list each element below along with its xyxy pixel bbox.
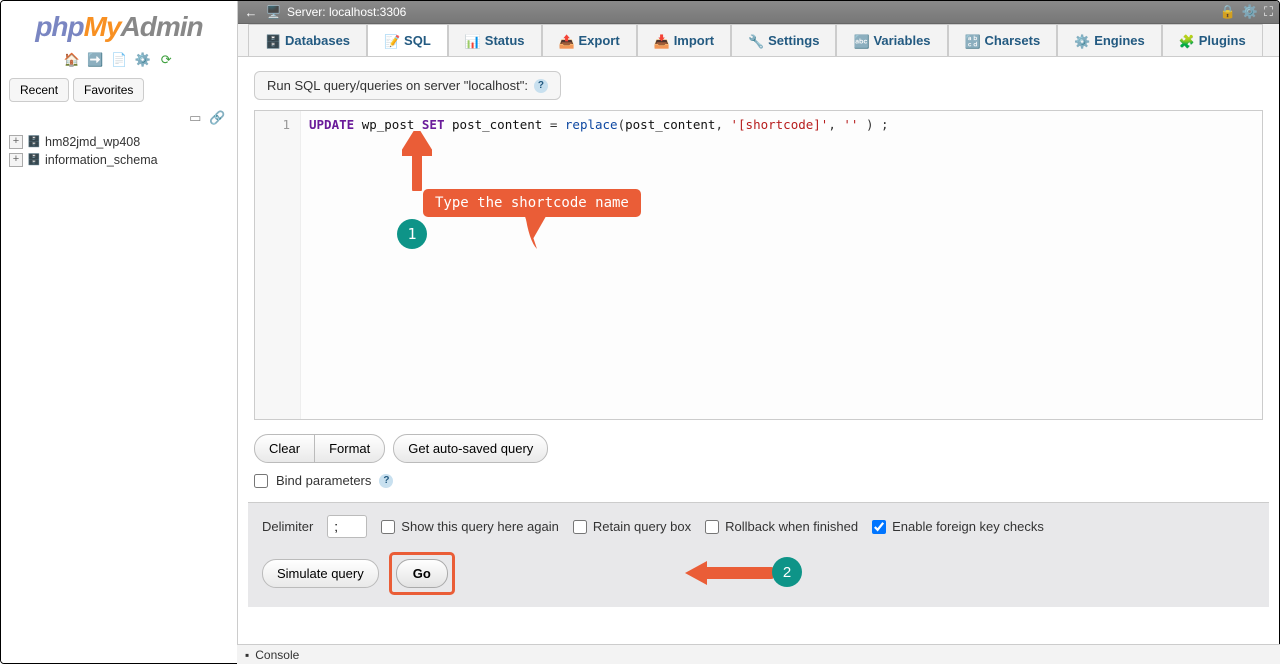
tab-settings[interactable]: 🔧Settings xyxy=(731,24,836,56)
expand-icon[interactable]: + xyxy=(9,153,23,167)
bind-parameters-checkbox[interactable] xyxy=(254,474,268,488)
sql-icon: 📝 xyxy=(384,34,398,48)
server-label: Server: localhost:3306 xyxy=(287,5,406,19)
footer-options: Delimiter Show this query here again Ret… xyxy=(262,515,1255,538)
lock-icon[interactable]: 🔒 xyxy=(1220,4,1236,20)
tab-variables[interactable]: 🔤Variables xyxy=(836,24,947,56)
sidebar: phpMyAdmin 🏠 ➡️ 📄 ⚙️ ⟳ Recent Favorites … xyxy=(1,1,238,663)
tab-charsets[interactable]: 🔡Charsets xyxy=(948,24,1058,56)
charsets-icon: 🔡 xyxy=(965,34,979,48)
simulate-query-button[interactable]: Simulate query xyxy=(262,559,379,588)
wrench-icon: 🔧 xyxy=(748,34,762,48)
recent-tab[interactable]: Recent xyxy=(9,78,69,102)
gear-icon[interactable]: ⚙️ xyxy=(1242,4,1258,20)
sidebar-tabbar: Recent Favorites xyxy=(1,74,237,106)
tab-status[interactable]: 📊Status xyxy=(448,24,542,56)
show-again-checkbox[interactable] xyxy=(381,520,395,534)
db-name: information_schema xyxy=(45,153,158,167)
tab-databases[interactable]: 🗄️Databases xyxy=(248,24,367,56)
db-name: hm82jmd_wp408 xyxy=(45,135,140,149)
editor-button-row: Clear Format Get auto-saved query xyxy=(254,434,1263,463)
delimiter-input[interactable] xyxy=(327,515,367,538)
back-icon[interactable]: ← xyxy=(244,5,258,20)
rollback-option[interactable]: Rollback when finished xyxy=(705,519,858,534)
fk-checkbox[interactable] xyxy=(872,520,886,534)
sql-editor[interactable]: 1 UPDATE wp_post SET post_content = repl… xyxy=(254,110,1263,420)
console-label: Console xyxy=(255,648,299,662)
main: ← 🖥️ Server: localhost:3306 🔒 ⚙️ ⛶ 🗄️Dat… xyxy=(238,1,1279,663)
delimiter-label: Delimiter xyxy=(262,519,313,534)
nav-tabs: 🗄️Databases 📝SQL 📊Status 📤Export 📥Import… xyxy=(238,24,1279,57)
tree-item-db1[interactable]: + 🗄️ hm82jmd_wp408 xyxy=(9,133,229,151)
sidebar-toolbar: 🏠 ➡️ 📄 ⚙️ ⟳ xyxy=(1,47,237,74)
topbar: ← 🖥️ Server: localhost:3306 🔒 ⚙️ ⛶ xyxy=(238,1,1279,24)
retain-option[interactable]: Retain query box xyxy=(573,519,691,534)
bind-parameters-label: Bind parameters xyxy=(276,473,371,488)
link-icon[interactable]: 🔗 xyxy=(209,110,223,122)
content-area: Run SQL query/queries on server "localho… xyxy=(238,57,1279,663)
tab-engines[interactable]: ⚙️Engines xyxy=(1057,24,1162,56)
fk-option[interactable]: Enable foreign key checks xyxy=(872,519,1044,534)
database-icon: 🗄️ xyxy=(27,135,41,149)
bind-parameters-row: Bind parameters ? xyxy=(254,473,1263,488)
clear-button[interactable]: Clear xyxy=(255,435,314,462)
show-again-option[interactable]: Show this query here again xyxy=(381,519,559,534)
footer-actions: Simulate query Go xyxy=(262,552,1255,595)
docs-icon[interactable]: 📄 xyxy=(111,52,127,68)
panel-header: Run SQL query/queries on server "localho… xyxy=(254,71,561,100)
engines-icon: ⚙️ xyxy=(1074,34,1088,48)
go-button[interactable]: Go xyxy=(396,559,448,588)
variables-icon: 🔤 xyxy=(853,34,867,48)
reload-icon[interactable]: ⟳ xyxy=(158,52,174,68)
favorites-tab[interactable]: Favorites xyxy=(73,78,144,102)
home-icon[interactable]: 🏠 xyxy=(64,52,80,68)
database-tree: + 🗄️ hm82jmd_wp408 + 🗄️ information_sche… xyxy=(1,127,237,175)
rollback-checkbox[interactable] xyxy=(705,520,719,534)
phpmyadmin-logo: phpMyAdmin xyxy=(1,1,237,47)
tab-plugins[interactable]: 🧩Plugins xyxy=(1162,24,1263,56)
editor-code[interactable]: UPDATE wp_post SET post_content = replac… xyxy=(301,111,1262,419)
help-icon[interactable]: ? xyxy=(379,474,393,488)
tutorial-highlight-go: Go xyxy=(389,552,455,595)
database-icon: 🗄️ xyxy=(27,153,41,167)
tab-sql[interactable]: 📝SQL xyxy=(367,24,448,56)
status-icon: 📊 xyxy=(465,34,479,48)
expand-icon[interactable]: + xyxy=(9,135,23,149)
collapse-icon[interactable]: ▭ xyxy=(187,110,201,122)
fullscreen-icon[interactable]: ⛶ xyxy=(1264,4,1273,20)
retain-checkbox[interactable] xyxy=(573,520,587,534)
clear-format-group: Clear Format xyxy=(254,434,385,463)
settings-icon[interactable]: ⚙️ xyxy=(135,52,151,68)
format-button[interactable]: Format xyxy=(314,435,384,462)
autosaved-button[interactable]: Get auto-saved query xyxy=(393,434,548,463)
footer-panel: Delimiter Show this query here again Ret… xyxy=(248,502,1269,607)
logout-icon[interactable]: ➡️ xyxy=(87,52,103,68)
databases-icon: 🗄️ xyxy=(265,34,279,48)
tab-export[interactable]: 📤Export xyxy=(542,24,637,56)
console-bar[interactable]: ▪ Console xyxy=(237,644,1280,664)
tree-item-db2[interactable]: + 🗄️ information_schema xyxy=(9,151,229,169)
console-icon: ▪ xyxy=(245,648,249,662)
import-icon: 📥 xyxy=(654,34,668,48)
export-icon: 📤 xyxy=(559,34,573,48)
editor-gutter: 1 xyxy=(255,111,301,419)
tab-import[interactable]: 📥Import xyxy=(637,24,731,56)
help-icon[interactable]: ? xyxy=(534,79,548,93)
server-icon: 🖥️ xyxy=(266,5,281,19)
sidebar-mini-icons: ▭ 🔗 xyxy=(1,106,237,127)
plugins-icon: 🧩 xyxy=(1179,34,1193,48)
panel-title: Run SQL query/queries on server "localho… xyxy=(267,78,528,93)
